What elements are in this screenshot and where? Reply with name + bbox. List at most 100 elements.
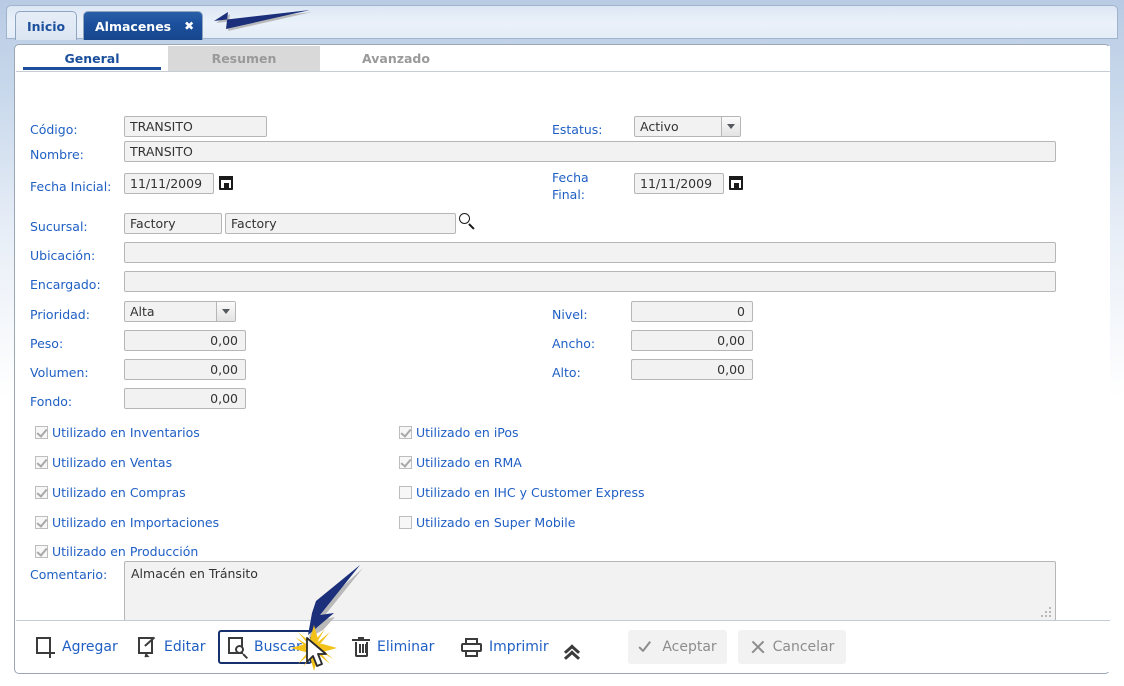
- checkbox-utilizado-en-produccion[interactable]: Utilizado en Producción: [35, 544, 198, 559]
- checkbox-utilizado-en-ihc-customer-express[interactable]: Utilizado en IHC y Customer Express: [399, 485, 645, 500]
- checkbox-box[interactable]: [35, 486, 48, 499]
- checkbox-box[interactable]: [35, 516, 48, 529]
- checkbox-label: Utilizado en iPos: [416, 425, 519, 440]
- peso-label: Peso:: [30, 336, 64, 351]
- search-icon[interactable]: [459, 213, 475, 230]
- estatus-select[interactable]: Activo: [634, 116, 741, 137]
- comentario-value: Almacén en Tránsito: [131, 566, 258, 581]
- checkbox-utilizado-en-super-mobile[interactable]: Utilizado en Super Mobile: [399, 515, 575, 530]
- ubicacion-label: Ubicación:: [30, 248, 96, 263]
- window-tab-almacenes[interactable]: Almacenes ✖: [83, 11, 204, 40]
- trash-icon: [352, 636, 370, 658]
- x-icon: [750, 639, 766, 655]
- comentario-textarea[interactable]: Almacén en Tránsito: [124, 561, 1056, 621]
- fecha-final-label-line2: Final:: [552, 187, 586, 202]
- volumen-input[interactable]: 0,00: [124, 359, 246, 380]
- form-general: Código: TRANSITO Estatus: Activo Nombre:…: [16, 71, 1110, 646]
- buscar-button[interactable]: Buscar: [218, 630, 312, 664]
- agregar-label: Agregar: [62, 639, 118, 655]
- bottom-toolbar: Agregar Editar Buscar Eliminar Imprimir …: [16, 620, 1110, 672]
- tab-avanzado[interactable]: Avanzado: [320, 46, 472, 71]
- eliminar-label: Eliminar: [377, 639, 435, 655]
- window-tab-almacenes-label: Almacenes: [95, 18, 172, 34]
- checkbox-box[interactable]: [35, 456, 48, 469]
- checkbox-box[interactable]: [399, 486, 412, 499]
- window-tab-inicio-label: Inicio: [27, 18, 66, 34]
- checkbox-box[interactable]: [399, 426, 412, 439]
- checkbox-box[interactable]: [399, 516, 412, 529]
- codigo-input[interactable]: TRANSITO: [124, 116, 267, 137]
- calendar-icon[interactable]: [219, 176, 233, 190]
- checkbox-label: Utilizado en IHC y Customer Express: [416, 485, 645, 500]
- buscar-label: Buscar: [254, 639, 302, 655]
- estatus-value: Activo: [640, 119, 679, 134]
- nivel-input[interactable]: 0: [631, 301, 753, 322]
- nombre-input[interactable]: TRANSITO: [124, 141, 1056, 162]
- peso-input[interactable]: 0,00: [124, 330, 246, 351]
- checkbox-utilizado-en-compras[interactable]: Utilizado en Compras: [35, 485, 186, 500]
- checkbox-utilizado-en-ventas[interactable]: Utilizado en Ventas: [35, 455, 172, 470]
- prioridad-label: Prioridad:: [30, 307, 90, 322]
- imprimir-button[interactable]: Imprimir: [453, 630, 557, 664]
- tab-general[interactable]: General: [16, 46, 168, 71]
- editar-button[interactable]: Editar: [130, 630, 213, 664]
- sucursal-name-input[interactable]: Factory: [225, 213, 456, 234]
- cancelar-button[interactable]: Cancelar: [738, 630, 846, 664]
- prioridad-select[interactable]: Alta: [124, 301, 236, 322]
- volumen-label: Volumen:: [30, 365, 89, 380]
- ancho-input[interactable]: 0,00: [631, 330, 753, 351]
- fecha-inicial-label: Fecha Inicial:: [30, 179, 112, 194]
- comentario-label: Comentario:: [30, 567, 108, 582]
- checkbox-label: Utilizado en Inventarios: [52, 425, 200, 440]
- editar-label: Editar: [164, 639, 206, 655]
- encargado-input[interactable]: [124, 271, 1056, 292]
- aceptar-button[interactable]: Aceptar: [628, 630, 727, 664]
- checkbox-label: Utilizado en Importaciones: [52, 515, 220, 530]
- estatus-label: Estatus:: [552, 122, 603, 137]
- tab-general-label: General: [64, 51, 120, 66]
- fecha-final-input[interactable]: 11/11/2009: [634, 173, 724, 194]
- nivel-label: Nivel:: [552, 307, 588, 322]
- checkbox-label: Utilizado en Super Mobile: [416, 515, 576, 530]
- tab-resumen-label: Resumen: [211, 51, 277, 66]
- checkbox-utilizado-en-ipos[interactable]: Utilizado en iPos: [399, 425, 519, 440]
- alto-label: Alto:: [552, 365, 581, 380]
- tab-avanzado-label: Avanzado: [362, 51, 430, 66]
- content-panel: General Resumen Avanzado Código: TRANSIT…: [14, 44, 1110, 674]
- eliminar-button[interactable]: Eliminar: [344, 630, 442, 664]
- agregar-button[interactable]: Agregar: [28, 630, 126, 664]
- checkbox-box[interactable]: [35, 426, 48, 439]
- fondo-input[interactable]: 0,00: [124, 388, 246, 409]
- inner-tab-bar: General Resumen Avanzado: [16, 46, 1110, 71]
- checkbox-box[interactable]: [399, 456, 412, 469]
- document-add-icon: [36, 636, 55, 658]
- ubicacion-input[interactable]: [124, 242, 1056, 263]
- checkbox-utilizado-en-inventarios[interactable]: Utilizado en Inventarios: [35, 425, 200, 440]
- checkbox-utilizado-en-rma[interactable]: Utilizado en RMA: [399, 455, 522, 470]
- close-icon[interactable]: ✖: [184, 20, 194, 32]
- checkbox-label: Utilizado en Producción: [52, 544, 199, 559]
- check-icon: [638, 639, 655, 656]
- application-window: Inicio Almacenes ✖ General Resumen Avanz…: [0, 0, 1124, 686]
- document-search-icon: [228, 636, 249, 659]
- tab-resumen[interactable]: Resumen: [168, 46, 320, 71]
- window-tab-inicio[interactable]: Inicio: [15, 11, 78, 40]
- fecha-final-label-line1: Fecha: [552, 170, 589, 185]
- sucursal-label: Sucursal:: [30, 219, 88, 234]
- checkbox-label: Utilizado en Compras: [52, 485, 186, 500]
- prioridad-value: Alta: [130, 304, 155, 319]
- calendar-icon[interactable]: [729, 176, 743, 190]
- checkbox-utilizado-en-importaciones[interactable]: Utilizado en Importaciones: [35, 515, 219, 530]
- resize-grip-icon[interactable]: [1041, 607, 1052, 618]
- chevron-down-icon[interactable]: [721, 117, 740, 136]
- alto-input[interactable]: 0,00: [631, 359, 753, 380]
- checkbox-box[interactable]: [35, 545, 48, 558]
- checkbox-label: Utilizado en Ventas: [52, 455, 173, 470]
- collapse-toolbar-button[interactable]: [552, 630, 590, 664]
- printer-icon: [461, 637, 482, 657]
- aceptar-label: Aceptar: [662, 639, 717, 655]
- chevron-down-icon[interactable]: [216, 302, 235, 321]
- sucursal-code-input[interactable]: Factory: [124, 213, 222, 234]
- fecha-inicial-input[interactable]: 11/11/2009: [124, 173, 214, 194]
- nombre-label: Nombre:: [30, 147, 84, 162]
